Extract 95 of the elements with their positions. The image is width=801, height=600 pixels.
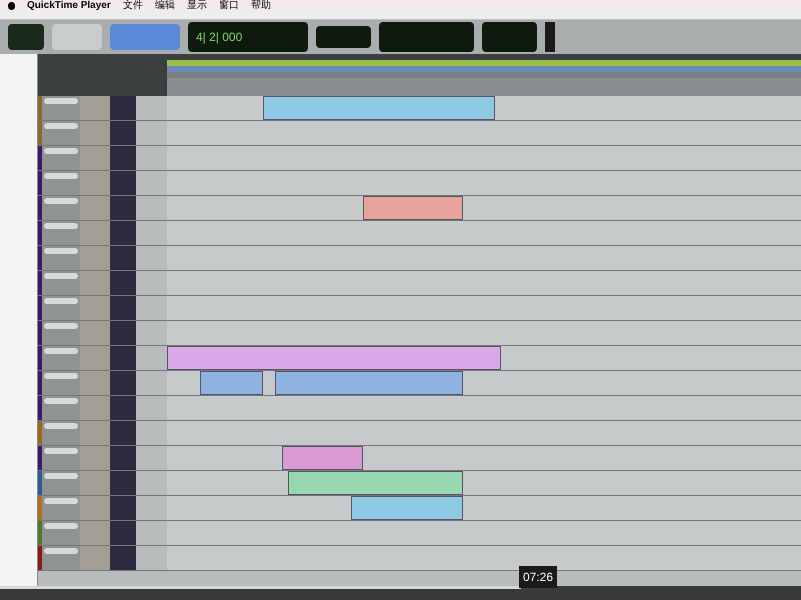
inserts-slot: [80, 321, 110, 345]
io-slot: [136, 346, 167, 370]
name-plate[interactable]: [44, 398, 78, 404]
name-plate[interactable]: [44, 348, 78, 354]
sends-slot: [110, 396, 136, 420]
audio-clip[interactable]: [167, 346, 501, 370]
name-plate[interactable]: [44, 423, 78, 429]
inserts-slot: [80, 146, 110, 170]
name-plate[interactable]: [44, 523, 78, 529]
io-slot: [136, 96, 167, 120]
audio-clip[interactable]: [282, 446, 363, 470]
inserts-slot: [80, 346, 110, 370]
inserts-slot: [80, 171, 110, 195]
io-slot: [136, 171, 167, 195]
name-plate[interactable]: [44, 498, 78, 504]
inserts-slot: [80, 421, 110, 445]
name-plate[interactable]: [44, 198, 78, 204]
io-slot: [136, 521, 167, 545]
name-plate[interactable]: [44, 123, 78, 129]
audio-clip[interactable]: [263, 96, 495, 120]
sends-slot: [110, 346, 136, 370]
sends-slot: [110, 546, 136, 570]
io-slot: [136, 221, 167, 245]
sends-slot: [110, 296, 136, 320]
name-plate[interactable]: [44, 173, 78, 179]
io-slot: [136, 146, 167, 170]
inserts-slot: [80, 221, 110, 245]
sends-slot: [110, 371, 136, 395]
io-slot: [136, 396, 167, 420]
io-slot: [136, 496, 167, 520]
time-tooltip: 07:26: [519, 566, 558, 588]
sends-slot: [110, 221, 136, 245]
name-plate[interactable]: [44, 323, 78, 329]
sends-slot: [110, 171, 136, 195]
grid-display: [316, 26, 371, 48]
sends-slot: [110, 96, 136, 120]
inserts-slot: [80, 471, 110, 495]
app-menu[interactable]: QuickTime Player: [27, 1, 111, 11]
inserts-slot: [80, 371, 110, 395]
io-slot: [136, 546, 167, 570]
inserts-slot: [80, 446, 110, 470]
sends-slot: [110, 446, 136, 470]
audio-clip[interactable]: [200, 371, 263, 395]
inserts-slot: [80, 546, 110, 570]
io-slot: [136, 321, 167, 345]
inserts-slot: [80, 121, 110, 145]
inserts-slot: [80, 296, 110, 320]
inserts-slot: [80, 271, 110, 295]
io-slot: [136, 271, 167, 295]
audio-clip[interactable]: [363, 196, 463, 220]
io-slot: [136, 446, 167, 470]
sends-slot: [110, 271, 136, 295]
io-slot: [136, 471, 167, 495]
menu-item[interactable]: 帮助: [250, 1, 271, 11]
name-plate[interactable]: [44, 223, 78, 229]
audio-clip[interactable]: [288, 471, 463, 495]
mode-display: [8, 24, 44, 50]
tempo-display: [482, 22, 537, 52]
sends-slot: [110, 146, 136, 170]
name-plate[interactable]: [44, 98, 78, 104]
name-plate[interactable]: [44, 448, 78, 454]
inserts-slot: [80, 396, 110, 420]
inserts-slot: [80, 96, 110, 120]
name-plate[interactable]: [44, 298, 78, 304]
meter-display: [545, 22, 555, 52]
inserts-slot: [80, 246, 110, 270]
name-plate[interactable]: [44, 548, 78, 554]
io-slot: [136, 421, 167, 445]
sends-slot: [110, 196, 136, 220]
sends-slot: [110, 246, 136, 270]
name-plate[interactable]: [44, 273, 78, 279]
io-slot: [136, 246, 167, 270]
io-slot: [136, 371, 167, 395]
sends-slot: [110, 421, 136, 445]
name-plate[interactable]: [44, 248, 78, 254]
audio-clip[interactable]: [351, 496, 463, 520]
name-plate[interactable]: [44, 373, 78, 379]
inserts-slot: [80, 196, 110, 220]
inserts-slot: [80, 521, 110, 545]
menu-item[interactable]: 显示: [186, 1, 207, 11]
sends-slot: [110, 121, 136, 145]
io-slot: [136, 296, 167, 320]
sends-slot: [110, 471, 136, 495]
apple-icon[interactable]: [8, 2, 15, 10]
name-plate[interactable]: [44, 473, 78, 479]
sends-slot: [110, 321, 136, 345]
audio-clip[interactable]: [275, 371, 463, 395]
io-slot: [136, 121, 167, 145]
main-counter: 4| 2| 000: [196, 29, 242, 46]
menu-item[interactable]: 编辑: [154, 1, 175, 11]
io-slot: [136, 196, 167, 220]
inserts-slot: [80, 496, 110, 520]
sends-slot: [110, 496, 136, 520]
sends-slot: [110, 521, 136, 545]
name-plate[interactable]: [44, 148, 78, 154]
